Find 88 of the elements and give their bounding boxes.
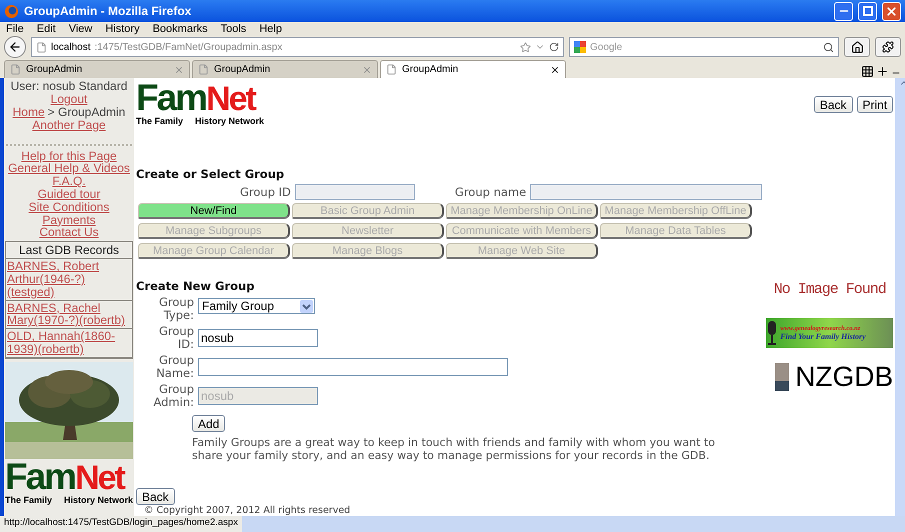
search-icon[interactable] [823, 42, 834, 52]
group-menu-button[interactable]: New/Find [138, 203, 290, 219]
page-icon [36, 42, 47, 52]
help-link[interactable]: F.A.Q. [52, 175, 86, 188]
tab-label: GroupAdmin [214, 64, 272, 75]
maximize-icon [862, 6, 872, 16]
logo-word: Fam [5, 458, 76, 495]
search-engine-icon [574, 41, 586, 53]
microphone-icon [766, 320, 778, 346]
logout-link[interactable]: Logout [50, 93, 88, 106]
record-link[interactable]: OLD, Hannah(1860-1939)(robertb) [6, 329, 132, 358]
description-text: Family Groups are a great way to keep in touch with friends and family with whom you want to share your family story, and an easy way to manage permissions for your records in the GDB. [192, 436, 716, 462]
page-button[interactable]: Back [814, 96, 853, 113]
menu-item[interactable]: File [6, 23, 24, 35]
field-label: Group Type: [158, 296, 194, 322]
puzzle-icon [882, 41, 894, 53]
close-button[interactable] [882, 2, 901, 20]
logo-word: Fam [136, 80, 206, 116]
tab-groups-icon[interactable] [861, 65, 874, 78]
menu-item[interactable]: View [68, 23, 92, 35]
no-image-text: No Image Found [772, 280, 887, 300]
menu-item[interactable]: Bookmarks [152, 23, 208, 35]
help-link[interactable]: Site Conditions [28, 200, 110, 214]
close-icon [885, 4, 898, 18]
status-url: http://localhost:1475/TestGDB/login_pages/home2.aspx [0, 516, 242, 532]
group-name-field[interactable] [530, 184, 762, 200]
maximize-button[interactable] [858, 2, 877, 20]
logo-word: Net [206, 82, 255, 116]
help-link[interactable]: Payments [42, 214, 96, 226]
section-heading: Create or Select Group [136, 167, 286, 181]
page-icon [386, 64, 397, 75]
thumbnail-icon [775, 363, 790, 391]
reload-icon[interactable] [549, 42, 559, 52]
page-button[interactable]: Print [856, 96, 894, 113]
group-id-field[interactable] [294, 184, 415, 200]
help-link[interactable]: General Help & Videos [8, 162, 130, 176]
section-heading: Create New Group [136, 279, 256, 293]
minimize-button[interactable] [834, 2, 853, 20]
field-label: Group ID: [158, 325, 194, 351]
another-page-link[interactable]: Another Page [32, 118, 106, 132]
browser-tab[interactable]: GroupAdmin [192, 60, 378, 78]
home-button[interactable] [844, 37, 870, 57]
add-button[interactable]: Add [192, 415, 226, 432]
text-field[interactable] [198, 358, 508, 376]
close-icon[interactable] [550, 64, 560, 74]
menu-item[interactable]: Edit [36, 23, 56, 35]
field-label: Group ID [240, 185, 291, 199]
logo-word: Net [75, 460, 124, 495]
browser-tab[interactable]: GroupAdmin [380, 60, 566, 78]
field-label: Group Admin: [152, 383, 194, 409]
banner-tagline: Find Your Family History [780, 332, 866, 341]
logo-tagline: History Network [194, 116, 264, 127]
star-icon[interactable] [520, 42, 531, 52]
page-icon [198, 64, 209, 75]
page-icon [10, 64, 21, 75]
records-title: Last GDB Records [6, 242, 132, 260]
logo-tagline: The Family [136, 116, 184, 127]
home-link[interactable]: Home [12, 106, 45, 119]
browser-tab[interactable]: GroupAdmin [4, 60, 190, 78]
caret-icon [300, 300, 313, 312]
breadcrumb-text: > GroupAdmin [48, 106, 126, 119]
tab-label: GroupAdmin [26, 64, 84, 75]
copyright-text: © Copyright 2007, 2012 All rights reserved [144, 505, 352, 516]
field-label: Group Name: [155, 354, 194, 380]
help-link[interactable]: Help for this Page [21, 150, 117, 162]
tab-label: GroupAdmin [402, 64, 460, 75]
address-bar[interactable]: localhost :1475/TestGDB/FamNet/Groupadmin.aspx [31, 37, 564, 57]
new-tab-icon[interactable] [876, 65, 889, 78]
field-label: Group name [454, 185, 526, 199]
search-field[interactable]: Google [569, 37, 839, 57]
menu-item[interactable]: Tools [220, 23, 246, 35]
group-type-select[interactable]: Family Group [198, 298, 315, 314]
logo-tagline: History Network [64, 494, 133, 506]
record-link[interactable]: BARNES, Rachel Mary(1970-?)(robertb) [6, 300, 132, 330]
home-icon [850, 40, 864, 54]
back-button[interactable] [4, 36, 26, 58]
menu-item[interactable]: Help [259, 23, 282, 35]
help-link[interactable]: Guided tour [38, 188, 100, 201]
nzgdb-banner[interactable]: NZGDB [766, 362, 894, 392]
window-title: GroupAdmin - Mozilla Firefox [24, 4, 192, 18]
menu-item[interactable]: History [105, 23, 140, 35]
record-link[interactable]: BARNES, Robert Arthur(1946-?)(testged) [6, 259, 132, 301]
user-label: User: nosub Standard [10, 80, 128, 93]
text-field[interactable]: nosub [198, 329, 318, 347]
addon-button[interactable] [875, 37, 901, 57]
help-link[interactable]: Contact Us [39, 226, 99, 240]
logo-tagline: The Family [5, 494, 52, 506]
back-button[interactable]: Back [136, 488, 175, 505]
